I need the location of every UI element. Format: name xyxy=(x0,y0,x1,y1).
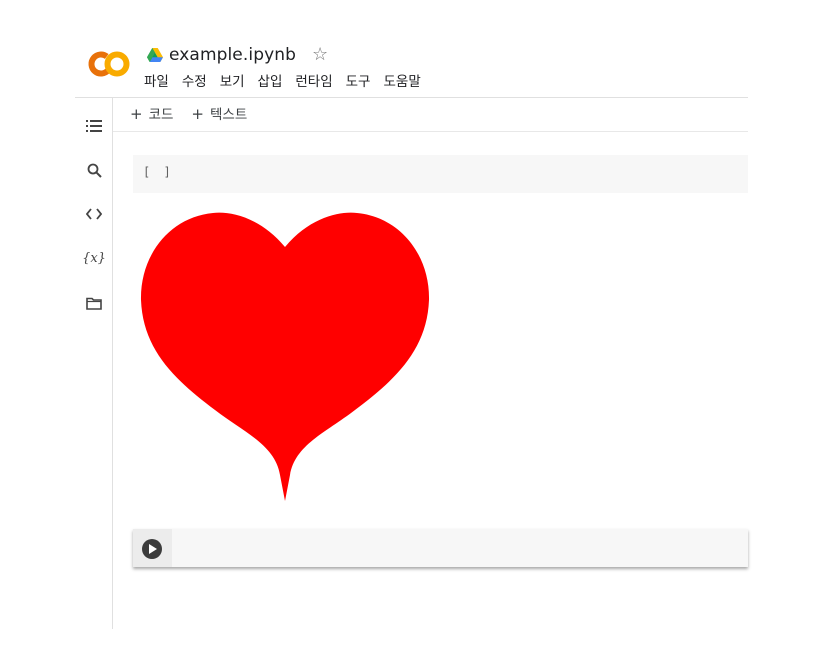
menu-tools[interactable]: 도구 xyxy=(346,73,371,91)
cell-gutter xyxy=(133,529,172,567)
notebook-title-row: example.ipynb ☆ xyxy=(147,44,328,66)
menubar: 파일 수정 보기 삽입 런타임 도구 도움말 xyxy=(144,73,434,91)
code-snippets-icon[interactable] xyxy=(84,204,104,224)
menu-runtime[interactable]: 런타임 xyxy=(295,73,332,91)
colab-logo xyxy=(88,51,130,77)
menu-help[interactable]: 도움말 xyxy=(383,73,420,91)
run-cell-button[interactable] xyxy=(142,539,162,559)
add-code-label: 코드 xyxy=(148,107,174,123)
add-text-button[interactable]: + 텍스트 xyxy=(191,104,247,125)
execution-count: [ ] xyxy=(143,165,174,179)
menu-file[interactable]: 파일 xyxy=(144,73,169,91)
variables-icon[interactable]: {x} xyxy=(82,248,106,268)
search-icon[interactable] xyxy=(84,160,104,180)
menu-view[interactable]: 보기 xyxy=(220,73,245,91)
sidebar-divider xyxy=(112,98,113,629)
google-drive-icon[interactable] xyxy=(147,48,163,62)
star-icon[interactable]: ☆ xyxy=(312,46,328,64)
table-of-contents-icon[interactable] xyxy=(84,116,104,136)
header-divider xyxy=(75,97,748,98)
plus-icon: + xyxy=(130,105,143,123)
toolbar-divider xyxy=(113,131,748,132)
notebook-toolbar: + 코드 + 텍스트 xyxy=(130,104,247,125)
add-text-label: 텍스트 xyxy=(210,107,248,123)
active-code-cell[interactable] xyxy=(133,529,748,567)
files-icon[interactable] xyxy=(84,293,104,313)
code-cell[interactable]: [ ] xyxy=(133,155,748,193)
plus-icon: + xyxy=(191,105,204,123)
menu-insert[interactable]: 삽입 xyxy=(258,73,283,91)
heart-shape xyxy=(140,212,430,501)
notebook-title[interactable]: example.ipynb xyxy=(169,45,296,65)
play-icon xyxy=(149,544,157,554)
heart-output-plot xyxy=(140,212,430,501)
menu-edit[interactable]: 수정 xyxy=(182,73,207,91)
add-code-button[interactable]: + 코드 xyxy=(130,104,173,125)
